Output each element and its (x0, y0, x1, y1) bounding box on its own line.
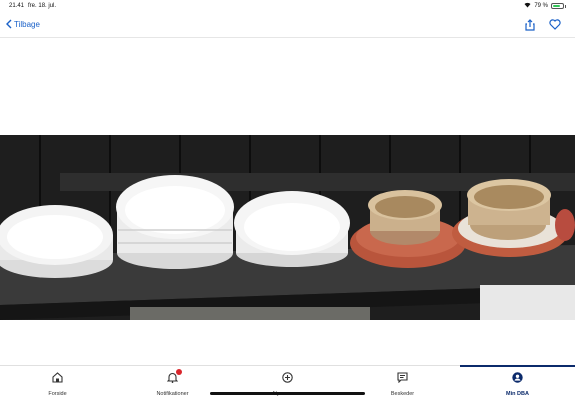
status-bar: 21.41 fre. 18. jul. 79 % (0, 0, 575, 12)
home-indicator[interactable] (210, 392, 365, 395)
wifi-icon (524, 2, 531, 10)
status-date: fre. 18. jul. (28, 3, 57, 9)
notification-badge (175, 369, 182, 375)
plus-circle-icon (282, 370, 293, 388)
tab-label: Forside (48, 391, 67, 397)
listing-photo[interactable] (0, 135, 575, 320)
battery-tip (565, 4, 566, 8)
chevron-left-icon (6, 19, 12, 31)
battery-level (553, 5, 561, 7)
tab-forside[interactable]: Forside (0, 366, 115, 400)
tab-label: Beskeder (390, 391, 415, 397)
nav-bar: Tilbage (0, 12, 575, 38)
message-icon (397, 370, 408, 388)
home-icon (52, 370, 63, 388)
battery-icon (551, 3, 564, 9)
profile-icon (512, 370, 523, 388)
tab-label: Notifikationer (156, 391, 189, 397)
tab-min-dba[interactable]: Min DBA (460, 365, 575, 400)
status-time: 21.41 (9, 3, 25, 9)
tab-label: Min DBA (506, 391, 529, 397)
heart-icon[interactable] (549, 19, 561, 30)
battery-percent: 79 % (534, 3, 548, 9)
back-label: Tilbage (14, 20, 40, 29)
back-button[interactable]: Tilbage (6, 19, 40, 31)
share-icon[interactable] (525, 18, 535, 31)
